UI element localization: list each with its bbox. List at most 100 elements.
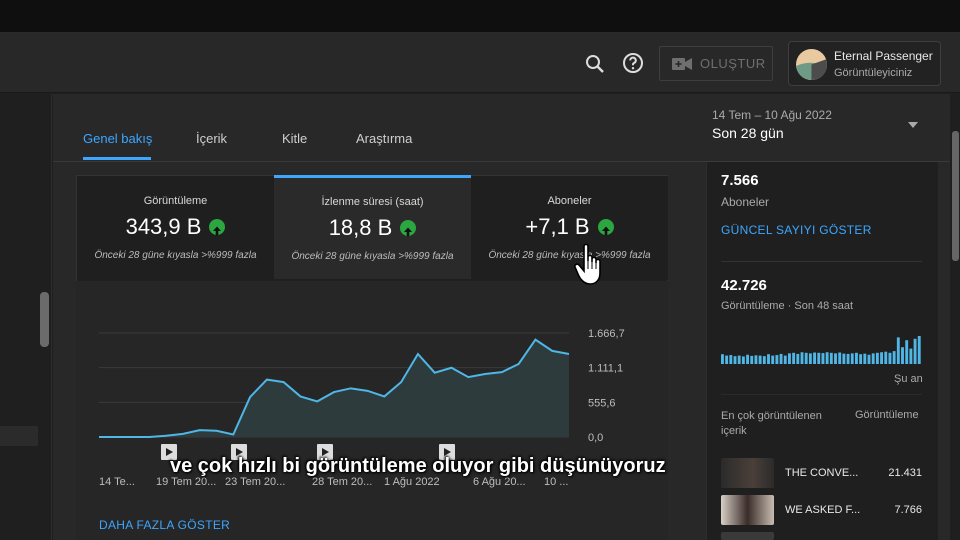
subs-label: Aboneler bbox=[721, 195, 770, 209]
metric-value: 343,9 B bbox=[77, 214, 274, 240]
realtime-bar bbox=[737, 355, 741, 364]
side-divider bbox=[721, 394, 922, 395]
show-current-count-link[interactable]: GÜNCEL SAYIYI GÖSTER bbox=[721, 223, 872, 237]
realtime-bar bbox=[754, 355, 758, 364]
realtime-bar bbox=[762, 356, 766, 364]
video-thumbnail bbox=[721, 458, 774, 488]
realtime-bar bbox=[804, 352, 808, 364]
channel-switcher[interactable]: Eternal Passenger Görüntüleyiciniz bbox=[788, 41, 941, 86]
realtime-bar bbox=[750, 355, 754, 364]
realtime-bar bbox=[729, 355, 733, 364]
realtime-bar bbox=[913, 338, 917, 364]
search-icon[interactable] bbox=[583, 52, 607, 76]
chart-area-fill bbox=[99, 339, 569, 437]
realtime-bar bbox=[867, 354, 871, 364]
realtime-bar bbox=[850, 353, 854, 364]
realtime-bar bbox=[741, 356, 745, 364]
realtime-bar bbox=[838, 352, 842, 364]
arrow-up-icon bbox=[400, 220, 417, 237]
metric-title: Aboneler bbox=[547, 195, 592, 207]
realtime-bar bbox=[721, 354, 724, 364]
video-camera-icon bbox=[672, 57, 692, 70]
tab-content[interactable]: İçerik bbox=[196, 131, 227, 146]
realtime-bar bbox=[800, 352, 804, 364]
realtime-bar bbox=[888, 352, 892, 364]
channel-name: Eternal Passenger bbox=[834, 49, 933, 63]
video-title: THE CONVE... bbox=[785, 467, 859, 479]
metric-views[interactable]: Görüntüleme 343,9 B Önceki 28 güne kıyas… bbox=[77, 176, 274, 280]
metric-title: İzlenme süresi (saat) bbox=[321, 196, 424, 208]
views-48h-count: 42.726 bbox=[721, 277, 767, 294]
realtime-bar bbox=[909, 348, 913, 364]
realtime-bar bbox=[817, 352, 821, 364]
metric-value: 18,8 B bbox=[274, 215, 471, 241]
metric-compare: Önceki 28 güne kıyasla >%999 fazla bbox=[94, 250, 257, 261]
tab-research[interactable]: Araştırma bbox=[356, 131, 412, 146]
show-more-link[interactable]: DAHA FAZLA GÖSTER bbox=[99, 518, 230, 532]
list-item[interactable]: THE CONVE... 21.431 bbox=[721, 458, 922, 488]
top-content-views-header: Görüntüleme bbox=[855, 409, 919, 421]
realtime-bar bbox=[901, 347, 904, 364]
metric-subscribers[interactable]: Aboneler +7,1 B Önceki 28 güne kıyasla >… bbox=[471, 176, 668, 280]
y-tick-label: 555,6 bbox=[588, 397, 616, 409]
realtime-bar bbox=[788, 353, 791, 364]
video-thumbnail bbox=[721, 495, 774, 525]
realtime-bar bbox=[813, 352, 817, 364]
help-icon[interactable] bbox=[621, 51, 645, 75]
video-thumbnail bbox=[721, 532, 774, 540]
tab-audience[interactable]: Kitle bbox=[282, 131, 307, 146]
sidebar-scrollbar[interactable] bbox=[40, 292, 49, 347]
realtime-bar bbox=[796, 353, 800, 364]
x-tick-label: 14 Te... bbox=[99, 476, 135, 488]
arrow-up-icon bbox=[209, 219, 226, 236]
realtime-bar bbox=[779, 353, 783, 364]
analytics-tabs bbox=[53, 94, 950, 162]
list-item[interactable]: WE ASKED F... 7.766 bbox=[721, 495, 922, 525]
metric-value-text: 343,9 B bbox=[125, 214, 202, 239]
realtime-bar bbox=[775, 355, 779, 364]
channel-role: Görüntüleyiciniz bbox=[834, 67, 913, 79]
metric-compare: Önceki 28 güne kıyasla >%999 fazla bbox=[488, 250, 651, 261]
create-label: OLUŞTUR bbox=[700, 56, 766, 71]
browser-top-strip bbox=[0, 0, 960, 33]
arrow-up-icon bbox=[597, 219, 614, 236]
realtime-bar bbox=[875, 352, 879, 364]
realtime-bar bbox=[825, 352, 829, 364]
realtime-bar-chart[interactable] bbox=[721, 330, 922, 364]
date-range[interactable]: 14 Tem – 10 Ağu 2022 bbox=[712, 108, 832, 122]
realtime-bar bbox=[767, 354, 770, 364]
metric-watch-time[interactable]: İzlenme süresi (saat) 18,8 B Önceki 28 g… bbox=[274, 175, 471, 279]
views-48h-label: Görüntüleme · Son 48 saat bbox=[721, 300, 854, 312]
realtime-bar bbox=[884, 351, 888, 364]
realtime-bar bbox=[821, 353, 825, 364]
realtime-bar bbox=[871, 353, 875, 364]
date-period-label[interactable]: Son 28 gün bbox=[712, 125, 784, 141]
now-label: Şu an bbox=[894, 373, 923, 385]
realtime-bar bbox=[863, 353, 867, 364]
realtime-bar bbox=[792, 352, 796, 364]
active-tab-indicator bbox=[83, 157, 151, 160]
channel-avatar bbox=[796, 49, 827, 80]
realtime-bar bbox=[725, 355, 729, 364]
metric-value-text: +7,1 B bbox=[525, 214, 590, 239]
realtime-bar bbox=[846, 353, 850, 364]
side-divider bbox=[721, 261, 922, 262]
realtime-bar bbox=[733, 356, 737, 364]
realtime-bar bbox=[855, 352, 858, 364]
realtime-bar bbox=[880, 352, 884, 364]
top-content-header: En çok görüntülenen içerik bbox=[721, 410, 822, 437]
realtime-bar bbox=[746, 354, 750, 364]
main-scrollbar[interactable] bbox=[952, 131, 959, 261]
youtube-studio-analytics: OLUŞTUR Eternal Passenger Görüntüleyicin… bbox=[0, 0, 960, 540]
y-tick-label: 0,0 bbox=[588, 432, 603, 444]
y-tick-label: 1.666,7 bbox=[588, 328, 625, 340]
metric-value-text: 18,8 B bbox=[328, 215, 393, 240]
sidebar-block bbox=[0, 426, 38, 446]
realtime-bar bbox=[842, 353, 846, 364]
realtime-bar bbox=[783, 355, 787, 364]
chevron-down-icon[interactable] bbox=[908, 122, 918, 128]
create-button[interactable]: OLUŞTUR bbox=[659, 46, 773, 81]
video-subtitle-caption: ve çok hızlı bi görüntüleme oluyor gibi … bbox=[170, 455, 666, 477]
tab-overview[interactable]: Genel bakış bbox=[83, 131, 152, 146]
metric-title: Görüntüleme bbox=[143, 195, 208, 207]
